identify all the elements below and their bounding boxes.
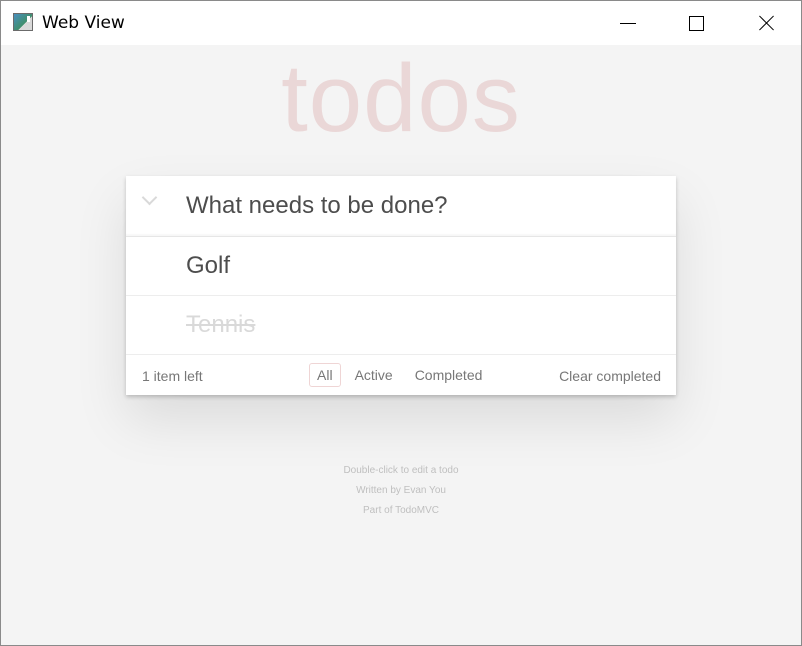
web-content: todos Golf Tennis 1 item left All Active <box>1 45 801 645</box>
todo-footer: 1 item left All Active Completed Clear c… <box>126 355 676 395</box>
clear-completed-button[interactable]: Clear completed <box>559 368 661 384</box>
toggle-all-chevron-icon[interactable] <box>140 190 160 210</box>
close-button[interactable] <box>743 1 789 45</box>
maximize-button[interactable] <box>673 1 719 45</box>
web-view-icon <box>13 13 33 31</box>
todo-item[interactable]: Golf <box>126 237 676 296</box>
app-window: Web View todos Golf Tennis <box>0 0 802 646</box>
todo-checkbox[interactable] <box>136 310 166 340</box>
todo-app: Golf Tennis 1 item left All Active Compl… <box>126 176 676 395</box>
filter-all[interactable]: All <box>309 363 341 387</box>
info-footer: Double-click to edit a todo Written by E… <box>1 461 801 521</box>
filters: All Active Completed <box>306 363 493 387</box>
app-title: todos <box>281 45 521 152</box>
window-title: Web View <box>42 13 125 33</box>
minimize-button[interactable] <box>604 1 650 45</box>
todo-label[interactable]: Tennis <box>186 311 255 339</box>
filter-completed[interactable]: Completed <box>407 363 491 387</box>
todo-label[interactable]: Golf <box>186 252 230 280</box>
todo-count: 1 item left <box>142 368 203 384</box>
filter-active[interactable]: Active <box>347 363 401 387</box>
title-bar[interactable]: Web View <box>1 1 801 45</box>
info-edit-hint: Double-click to edit a todo <box>343 465 459 476</box>
new-todo-input[interactable] <box>186 176 656 236</box>
info-author: Written by Evan You <box>356 485 446 496</box>
list-stack-shadow-1 <box>130 398 672 406</box>
todo-item[interactable]: Tennis <box>126 296 676 355</box>
todo-header <box>126 176 676 237</box>
todo-checkbox[interactable] <box>136 251 166 281</box>
info-part-of: Part of TodoMVC <box>363 505 439 516</box>
list-stack-shadow-2 <box>134 403 668 411</box>
